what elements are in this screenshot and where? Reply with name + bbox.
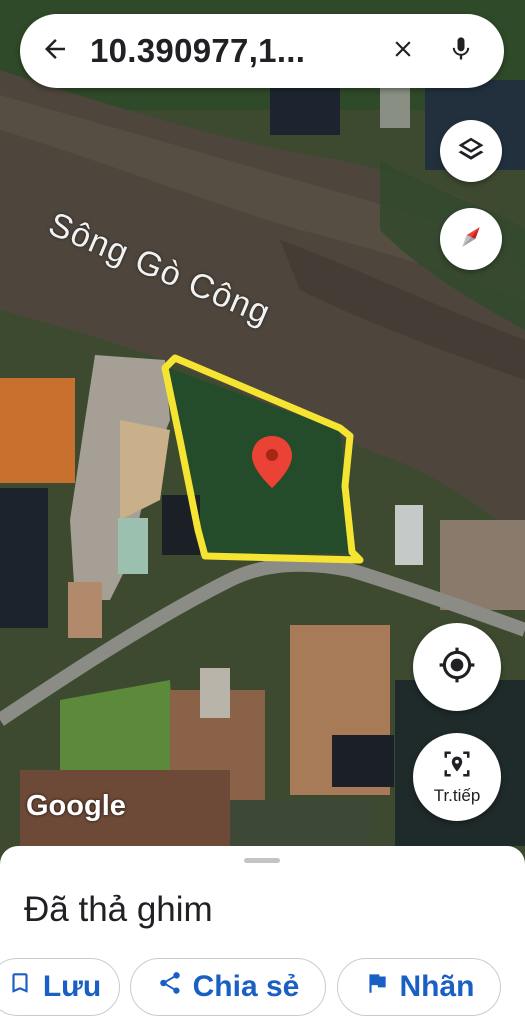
- arrow-back-icon: [40, 34, 70, 69]
- search-query[interactable]: 10.390977,1...: [90, 32, 374, 70]
- layers-icon: [456, 134, 486, 169]
- my-location-icon: [438, 646, 476, 689]
- bottom-sheet[interactable]: Đã thả ghim Lưu Chia sẻ Nhãn: [0, 846, 525, 1024]
- navigation-pin-icon: [442, 749, 472, 784]
- my-location-button[interactable]: [413, 623, 501, 711]
- google-logo: Google: [26, 790, 126, 822]
- search-bar[interactable]: 10.390977,1...: [20, 14, 504, 88]
- layers-button[interactable]: [440, 120, 502, 182]
- share-label: Chia sẻ: [192, 970, 300, 1003]
- close-icon: [390, 36, 416, 67]
- share-button[interactable]: Chia sẻ: [130, 958, 326, 1016]
- label-label: Nhãn: [399, 970, 475, 1003]
- save-label: Lưu: [42, 970, 102, 1003]
- bookmark-icon: [7, 970, 43, 1004]
- save-button[interactable]: Lưu: [0, 958, 120, 1016]
- voice-search-button[interactable]: [432, 14, 490, 88]
- flag-icon: [364, 970, 400, 1004]
- compass-button[interactable]: [440, 208, 502, 270]
- back-button[interactable]: [20, 14, 90, 88]
- compass-icon: [456, 222, 486, 257]
- mic-icon: [447, 35, 475, 68]
- navigate-button[interactable]: Tr.tiếp: [413, 733, 501, 821]
- sheet-title: Đã thả ghim: [24, 890, 213, 929]
- share-icon: [157, 970, 193, 1004]
- sheet-drag-handle[interactable]: [244, 858, 280, 863]
- label-button[interactable]: Nhãn: [337, 958, 501, 1016]
- navigate-label: Tr.tiếp: [433, 785, 481, 805]
- clear-button[interactable]: [374, 14, 432, 88]
